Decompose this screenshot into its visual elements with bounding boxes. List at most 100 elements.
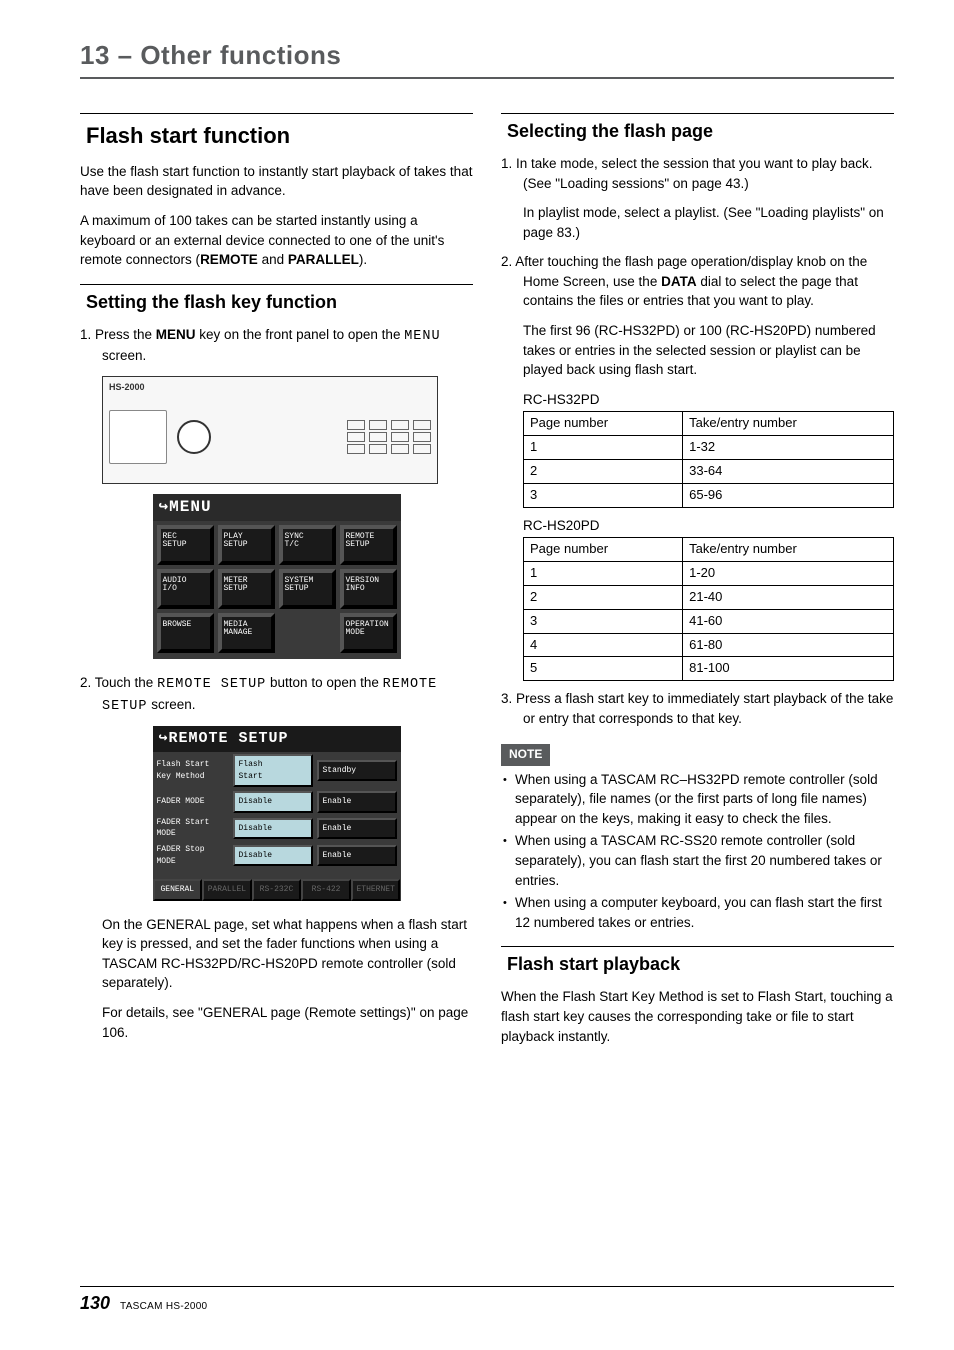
- rc-hs20pd-table: Page numberTake/entry number 11-20221-40…: [523, 537, 894, 681]
- right-step-2: 2. After touching the flash page operati…: [501, 252, 894, 311]
- table-cell: 1: [524, 436, 683, 460]
- remote-setup-title-label: REMOTE SETUP: [169, 730, 289, 747]
- menu-item-button: VERSION INFO: [340, 569, 397, 609]
- device-display-icon: [109, 410, 167, 464]
- remote-setup-row: FADER Stop MODEDisableEnable: [153, 842, 401, 869]
- text-segment: screen.: [102, 348, 146, 363]
- remote-setup-option: Standby: [317, 760, 397, 782]
- menu-item-button: SYNC T/C: [279, 525, 336, 565]
- table-cell: 1: [524, 562, 683, 586]
- text-segment: 2. Touch the: [80, 675, 157, 690]
- remote-setup-row-label: FADER Start MODE: [157, 817, 229, 840]
- remote-setup-option: Disable: [233, 791, 313, 813]
- chapter-title: 13 – Other functions: [80, 40, 894, 79]
- text-segment: 1. Press the: [80, 327, 156, 342]
- intro-paragraph-1: Use the flash start function to instantl…: [80, 162, 473, 201]
- selecting-flash-page-heading: Selecting the flash page: [501, 113, 894, 144]
- table-cell: 4: [524, 633, 683, 657]
- table-row: 341-60: [524, 609, 894, 633]
- page-footer: 130 TASCAM HS-2000: [80, 1286, 894, 1314]
- right-step-1: 1. In take mode, select the session that…: [501, 154, 894, 193]
- note-item: When using a computer keyboard, you can …: [501, 893, 894, 932]
- remote-setup-tab: ETHERNET: [351, 879, 401, 901]
- remote-setup-screen-illustration: ↪REMOTE SETUP Flash Start Key MethodFlas…: [153, 726, 401, 901]
- table-header: Page number: [524, 412, 683, 436]
- text-segment: and: [258, 252, 288, 267]
- menu-item-button: REC SETUP: [157, 525, 214, 565]
- remote-setup-tab: PARALLEL: [202, 879, 252, 901]
- device-brand-label: HS-2000: [109, 381, 431, 394]
- note-item: When using a TASCAM RC–HS32PD remote con…: [501, 770, 894, 829]
- table-header: Take/entry number: [683, 412, 894, 436]
- table-cell: 1-20: [683, 562, 894, 586]
- text-segment: button to open the: [266, 675, 382, 690]
- table-row: 365-96: [524, 483, 894, 507]
- table-row: 581-100: [524, 657, 894, 681]
- bold-menu: MENU: [156, 327, 196, 342]
- rc-hs32pd-table: Page numberTake/entry number 11-32233-64…: [523, 411, 894, 507]
- mono-remote-setup: REMOTE SETUP: [157, 677, 266, 692]
- bold-remote: REMOTE: [200, 252, 258, 267]
- flash-start-playback-heading: Flash start playback: [501, 946, 894, 977]
- table-cell: 3: [524, 609, 683, 633]
- table-cell: 21-40: [683, 585, 894, 609]
- table2-caption: RC-HS20PD: [523, 516, 894, 536]
- remote-setup-row: Flash Start Key MethodFlash StartStandby: [153, 752, 401, 789]
- remote-setup-tab: GENERAL: [153, 879, 203, 901]
- menu-item-button: OPERATION MODE: [340, 613, 397, 653]
- note-label: NOTE: [501, 744, 550, 765]
- menu-item-button: MEDIA MANAGE: [218, 613, 275, 653]
- remote-setup-row-label: FADER Stop MODE: [157, 844, 229, 867]
- text-segment: ).: [359, 252, 367, 267]
- remote-setup-option: Disable: [233, 818, 313, 840]
- menu-title-label: MENU: [169, 498, 211, 516]
- table-row: 11-20: [524, 562, 894, 586]
- remote-setup-tab: RS-422: [301, 879, 351, 901]
- menu-item-button: REMOTE SETUP: [340, 525, 397, 565]
- menu-title-bar: ↪MENU: [153, 494, 401, 521]
- table-cell: 3: [524, 483, 683, 507]
- menu-item-button: BROWSE: [157, 613, 214, 653]
- menu-screen-illustration: ↪MENU REC SETUPPLAY SETUPSYNC T/CREMOTE …: [153, 494, 401, 659]
- remote-setup-option: Disable: [233, 845, 313, 867]
- menu-item-button: METER SETUP: [218, 569, 275, 609]
- table-row: 221-40: [524, 585, 894, 609]
- remote-setup-option: Enable: [317, 845, 397, 867]
- table-cell: 2: [524, 585, 683, 609]
- setting-flash-key-heading: Setting the flash key function: [80, 284, 473, 315]
- remote-setup-option: Enable: [317, 818, 397, 840]
- page-number: 130: [80, 1293, 110, 1314]
- device-knob-icon: [177, 420, 211, 454]
- table-cell: 33-64: [683, 459, 894, 483]
- playback-paragraph: When the Flash Start Key Method is set t…: [501, 987, 894, 1046]
- right-step-3: 3. Press a flash start key to immediatel…: [501, 689, 894, 728]
- right-step-1b: In playlist mode, select a playlist. (Se…: [523, 203, 894, 242]
- table-row: 461-80: [524, 633, 894, 657]
- text-segment: screen.: [148, 697, 196, 712]
- general-page-description: On the GENERAL page, set what happens wh…: [102, 915, 473, 993]
- note-item: When using a TASCAM RC-SS20 remote contr…: [501, 831, 894, 890]
- mono-menu: MENU: [404, 329, 440, 344]
- table-row: 233-64: [524, 459, 894, 483]
- remote-setup-option: Enable: [317, 791, 397, 813]
- table-cell: 1-32: [683, 436, 894, 460]
- text-segment: key on the front panel to open the: [196, 327, 405, 342]
- table1-caption: RC-HS32PD: [523, 390, 894, 410]
- table-cell: 2: [524, 459, 683, 483]
- menu-item-button: SYSTEM SETUP: [279, 569, 336, 609]
- right-step-2b: The first 96 (RC-HS32PD) or 100 (RC-HS20…: [523, 321, 894, 380]
- remote-setup-option: Flash Start: [233, 754, 313, 787]
- table-header: Page number: [524, 538, 683, 562]
- remote-setup-row-label: Flash Start Key Method: [157, 759, 229, 782]
- left-column: Flash start function Use the flash start…: [80, 113, 473, 1350]
- menu-item-button: AUDIO I/O: [157, 569, 214, 609]
- footer-model: TASCAM HS-2000: [120, 1301, 207, 1312]
- step-1: 1. Press the MENU key on the front panel…: [80, 325, 473, 366]
- step-2: 2. Touch the REMOTE SETUP button to open…: [80, 673, 473, 716]
- device-front-panel-illustration: HS-2000: [102, 376, 438, 484]
- table-header: Take/entry number: [683, 538, 894, 562]
- right-column: Selecting the flash page 1. In take mode…: [501, 113, 894, 1350]
- remote-setup-row: FADER Start MODEDisableEnable: [153, 815, 401, 842]
- table-cell: 65-96: [683, 483, 894, 507]
- general-page-reference: For details, see "GENERAL page (Remote s…: [102, 1003, 473, 1042]
